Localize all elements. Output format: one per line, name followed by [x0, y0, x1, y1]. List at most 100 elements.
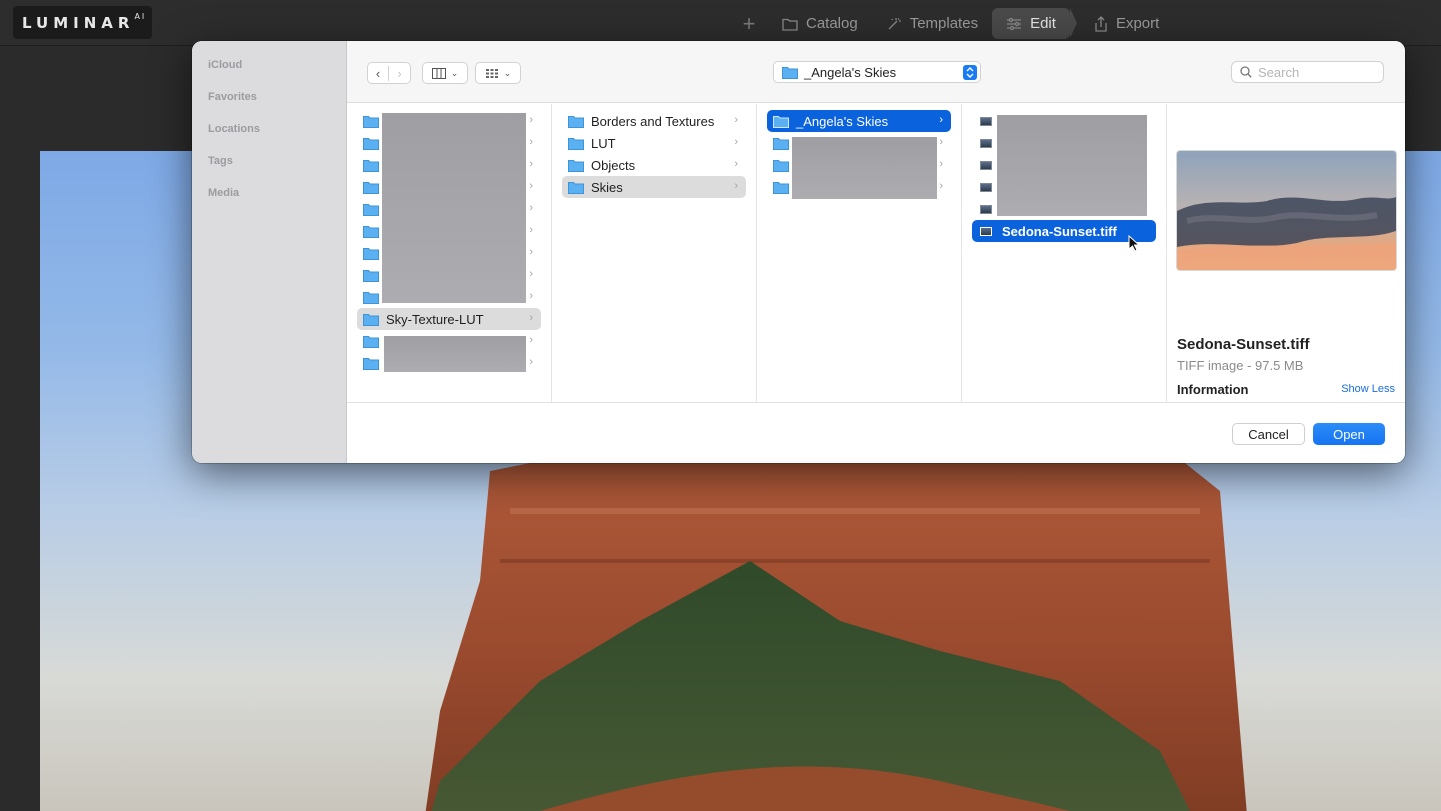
app-topbar: LUMINAR AI + Catalog Templates Edit Expor… [0, 0, 1441, 46]
dialog-toolbar: ‹ › ⌄ ⌄ _Angela's Skies Search [347, 41, 1405, 103]
file-label: Sedona-Sunset.tiff [1002, 223, 1117, 239]
chevron-right-icon: › [529, 290, 533, 302]
folder-icon [363, 335, 379, 348]
browser-column-1: › › › › › › › › › › › Sky-Texture-LUT › [347, 104, 552, 402]
sidebar-section-favorites[interactable]: Favorites [208, 91, 257, 103]
folder-label: Sky-Texture-LUT [386, 311, 484, 327]
dialog-footer: Cancel Open [347, 402, 1405, 463]
grid-icon [485, 68, 498, 78]
chevron-right-icon: › [529, 334, 533, 346]
folder-icon [363, 313, 379, 326]
folder-icon [363, 137, 379, 150]
sidebar-section-locations[interactable]: Locations [208, 123, 260, 135]
chevron-right-icon: › [529, 312, 533, 324]
folder-icon [363, 181, 379, 194]
open-file-dialog: iCloud Favorites Locations Tags Media ‹ … [192, 41, 1405, 463]
chevron-right-icon: › [734, 158, 738, 170]
back-forward-group: ‹ › [367, 62, 411, 84]
nav-templates[interactable]: Templates [872, 8, 992, 39]
sliders-icon [1007, 17, 1022, 30]
search-field[interactable]: Search [1231, 61, 1384, 83]
redacted-folder-names [792, 137, 937, 199]
sky-preview-thumbnail [1177, 151, 1396, 270]
folder-icon [568, 159, 584, 172]
open-button[interactable]: Open [1313, 423, 1385, 445]
nav-templates-label: Templates [909, 15, 979, 32]
chevron-right-icon: › [734, 136, 738, 148]
folder-icon [363, 159, 379, 172]
image-file-icon [980, 204, 992, 214]
rock-formation-image [425, 451, 1247, 811]
forward-button[interactable]: › [389, 66, 410, 81]
nav-edit-label: Edit [1030, 15, 1056, 32]
folder-sky-texture-lut[interactable]: Sky-Texture-LUT › [357, 308, 541, 330]
chevron-right-icon: › [529, 224, 533, 236]
logo-text: LUMINAR [22, 13, 135, 32]
folder-icon [363, 291, 379, 304]
nav-export-label: Export [1115, 15, 1160, 32]
preview-pane: Sedona-Sunset.tiff TIFF image - 97.5 MB … [1167, 104, 1405, 402]
column-browser: › › › › › › › › › › › Sky-Texture-LUT › Borders an… [347, 104, 1405, 402]
show-less-link[interactable]: Show Less [1341, 383, 1395, 395]
folder-icon [363, 203, 379, 216]
cancel-button[interactable]: Cancel [1232, 423, 1305, 445]
redacted-folder-names [382, 113, 526, 303]
folder-label: Borders and Textures [591, 113, 715, 129]
view-mode-button[interactable]: ⌄ [422, 62, 468, 84]
add-plus-icon[interactable]: + [730, 8, 768, 39]
folder-label: LUT [591, 135, 616, 151]
nav-export[interactable]: Export [1080, 8, 1173, 39]
chevron-right-icon: › [939, 114, 943, 126]
folder-borders-and-textures[interactable]: Borders and Textures › [562, 110, 746, 132]
chevron-right-icon: › [529, 268, 533, 280]
folder-icon [782, 66, 798, 79]
chevron-right-icon: › [529, 246, 533, 258]
mouse-cursor-icon [1128, 235, 1140, 252]
chevron-right-icon: › [734, 180, 738, 192]
sidebar-section-icloud[interactable]: iCloud [208, 59, 242, 71]
path-popup[interactable]: _Angela's Skies [773, 61, 981, 83]
folder-objects[interactable]: Objects › [562, 154, 746, 176]
folder-icon [363, 357, 379, 370]
search-placeholder: Search [1258, 64, 1300, 80]
folder-skies[interactable]: Skies › [562, 176, 746, 198]
group-by-button[interactable]: ⌄ [475, 62, 521, 84]
folder-lut[interactable]: LUT › [562, 132, 746, 154]
folder-icon [773, 181, 789, 194]
nav-catalog[interactable]: Catalog [768, 8, 872, 39]
folder-label: Skies [591, 179, 623, 195]
folder-icon [363, 247, 379, 260]
chevron-right-icon: › [529, 136, 533, 148]
browser-column-3: _Angela's Skies › › › › [757, 104, 962, 402]
folder-angelas-skies[interactable]: _Angela's Skies › [767, 110, 951, 132]
chevron-right-icon: › [939, 136, 943, 148]
chevron-down-icon: ⌄ [450, 67, 459, 78]
chevron-right-icon: › [529, 180, 533, 192]
folder-icon [773, 115, 789, 128]
path-popup-label: _Angela's Skies [804, 64, 897, 80]
app-logo: LUMINAR AI [13, 6, 152, 39]
chevron-right-icon: › [529, 356, 533, 368]
folder-icon [773, 137, 789, 150]
folder-icon [363, 269, 379, 282]
folder-icon [782, 18, 798, 31]
image-file-icon [980, 138, 992, 148]
browser-column-4: Sedona-Sunset.tiff [962, 104, 1167, 402]
redacted-folder-names [384, 336, 526, 372]
chevron-right-icon: › [734, 114, 738, 126]
sidebar-section-tags[interactable]: Tags [208, 155, 233, 167]
folder-icon [568, 181, 584, 194]
chevron-right-icon: › [529, 202, 533, 214]
nav-edit[interactable]: Edit [992, 8, 1077, 39]
back-button[interactable]: ‹ [368, 65, 389, 81]
chevron-right-icon: › [939, 158, 943, 170]
chevron-down-icon: ⌄ [503, 67, 512, 78]
sidebar-section-media[interactable]: Media [208, 187, 239, 199]
folder-label: _Angela's Skies [796, 113, 889, 129]
image-file-icon [980, 160, 992, 170]
search-icon [1240, 66, 1252, 78]
popup-stepper-icon [963, 65, 977, 80]
folder-icon [568, 137, 584, 150]
browser-column-2: Borders and Textures › LUT › Objects › S… [552, 104, 757, 402]
image-file-icon [980, 182, 992, 192]
